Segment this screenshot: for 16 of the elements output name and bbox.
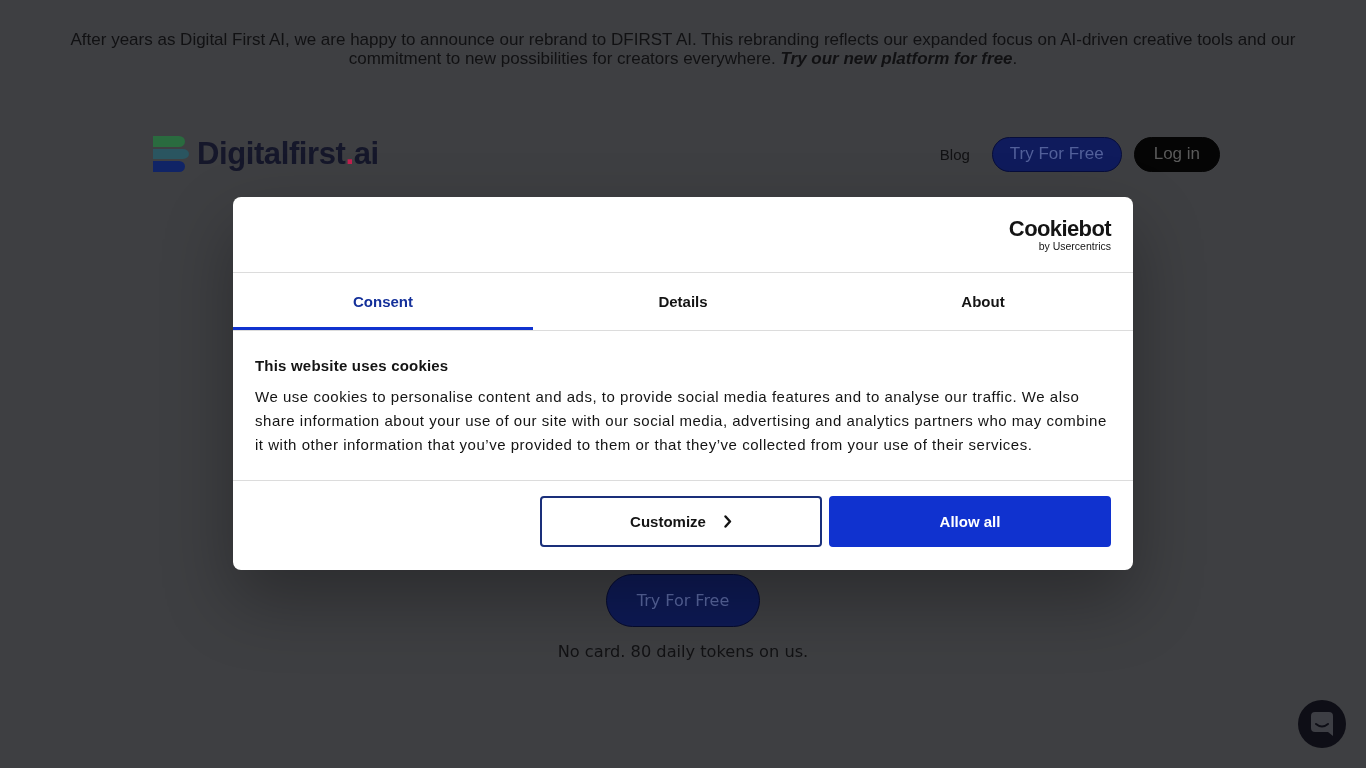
provider-name: Cookiebot <box>1008 217 1111 240</box>
allow-all-button[interactable]: Allow all <box>829 496 1111 547</box>
dialog-body-text: We use cookies to personalise content and ads, to provide social media features and to analyse our traffic. We also share information about your use of our site with our social media, advertising and analytics partners who may combine it with other information that you’ve provided to them or that they’ve collected from your use of their services. <box>255 387 1108 455</box>
provider-byline: by Usercentrics <box>1038 240 1111 252</box>
login-button[interactable]: Log in <box>1133 136 1220 172</box>
try-free-button[interactable]: Try For Free <box>606 574 760 627</box>
dialog-tab[interactable]: Consent <box>233 273 533 330</box>
chat-button[interactable] <box>1298 700 1346 748</box>
dialog-tab[interactable]: About <box>833 273 1133 330</box>
try-free-button[interactable]: Try For Free <box>991 136 1122 172</box>
stripes-logo-icon <box>151 135 189 173</box>
dialog-title: This website uses cookies <box>255 356 450 376</box>
dialog-tab[interactable]: Details <box>533 273 833 330</box>
chevron-right-icon <box>723 515 732 528</box>
customize-button[interactable]: Customize <box>540 496 822 547</box>
chat-bubble-icon <box>1311 712 1333 736</box>
